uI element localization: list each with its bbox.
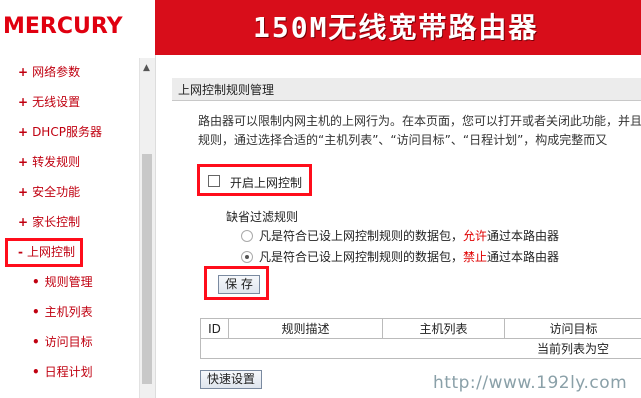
plus-icon: + xyxy=(18,95,29,109)
rule-keyword: 禁止 xyxy=(463,250,488,264)
router-title: 150M无线宽带路由器 xyxy=(253,11,539,44)
sidebar-subitem-hosts[interactable]: • 主机列表 xyxy=(32,303,93,321)
highlight-box xyxy=(5,238,83,267)
description: 路由器可以限制内网主机的上网行为。在本页面，您可以打开或者关闭此功能，并且 规则… xyxy=(198,112,641,150)
rule-text: 通过本路由器 xyxy=(487,250,560,264)
empty-row: 当前列表为空 xyxy=(201,339,641,359)
rule-text: 凡是符合已设上网控制规则的数据包， xyxy=(259,229,464,243)
rule-allow-option[interactable]: 凡是符合已设上网控制规则的数据包，允许通过本路由器 xyxy=(241,227,559,245)
col-header-desc: 规则描述 xyxy=(229,319,383,339)
plus-icon: + xyxy=(18,65,29,79)
default-rule-title: 缺省过滤规则 xyxy=(226,210,299,224)
sidebar-item-wireless[interactable]: + 无线设置 xyxy=(18,93,80,111)
sidebar-item-parental[interactable]: + 家长控制 xyxy=(18,213,80,231)
sidebar-item-network[interactable]: + 网络参数 xyxy=(18,63,80,81)
page-title: 上网控制规则管理 xyxy=(178,83,275,97)
rule-keyword: 允许 xyxy=(463,229,488,243)
sidebar-item-forwarding[interactable]: + 转发规则 xyxy=(18,153,80,171)
rule-deny-option[interactable]: 凡是符合已设上网控制规则的数据包，禁止通过本路由器 xyxy=(241,248,559,266)
col-header-id: ID xyxy=(201,319,229,339)
bullet-icon: • xyxy=(32,335,40,349)
col-header-targets: 访问目标 xyxy=(505,319,641,339)
sidebar-subitem-schedule[interactable]: • 日程计划 xyxy=(32,363,93,381)
panel-header: 上网控制规则管理 xyxy=(172,78,641,101)
brand-logo: MERCURY xyxy=(3,14,123,39)
logo-area: MERCURY xyxy=(0,0,155,55)
plus-icon: + xyxy=(18,125,29,139)
bullet-icon: • xyxy=(32,305,40,319)
bullet-icon: • xyxy=(32,275,40,289)
sidebar-subitem-rules[interactable]: • 规则管理 xyxy=(32,273,93,291)
plus-icon: + xyxy=(18,215,29,229)
description-line: 路由器可以限制内网主机的上网行为。在本页面，您可以打开或者关闭此功能，并且 xyxy=(198,114,641,128)
sidebar-subitem-targets[interactable]: • 访问目标 xyxy=(32,333,93,351)
empty-text: 当前列表为空 xyxy=(537,342,610,356)
sidebar-scrollbar[interactable]: ▲ xyxy=(139,58,155,398)
bullet-icon: • xyxy=(32,365,40,379)
scroll-up-icon[interactable]: ▲ xyxy=(143,64,151,73)
sidebar-item-dhcp[interactable]: + DHCP服务器 xyxy=(18,123,102,141)
rule-text: 通过本路由器 xyxy=(487,229,560,243)
radio-allow[interactable] xyxy=(241,230,253,242)
rule-text: 凡是符合已设上网控制规则的数据包， xyxy=(259,250,464,264)
highlight-box xyxy=(197,164,312,196)
quick-setup-button[interactable]: 快速设置 xyxy=(200,370,262,389)
plus-icon: + xyxy=(18,155,29,169)
highlight-box xyxy=(204,266,269,300)
watermark: http://www.192ly.com xyxy=(433,373,628,393)
scrollbar-thumb[interactable] xyxy=(142,154,152,384)
sidebar-item-security[interactable]: + 安全功能 xyxy=(18,183,80,201)
description-line: 规则，通过选择合适的“主机列表”、“访问目标”、“日程计划”，构成完整而又 xyxy=(198,133,608,147)
radio-deny[interactable] xyxy=(241,251,253,263)
header: MERCURY 150M无线宽带路由器 xyxy=(0,0,641,55)
rules-table: ID 规则描述 主机列表 访问目标 当前列表为空 xyxy=(200,318,641,359)
col-header-hosts: 主机列表 xyxy=(383,319,505,339)
plus-icon: + xyxy=(18,185,29,199)
